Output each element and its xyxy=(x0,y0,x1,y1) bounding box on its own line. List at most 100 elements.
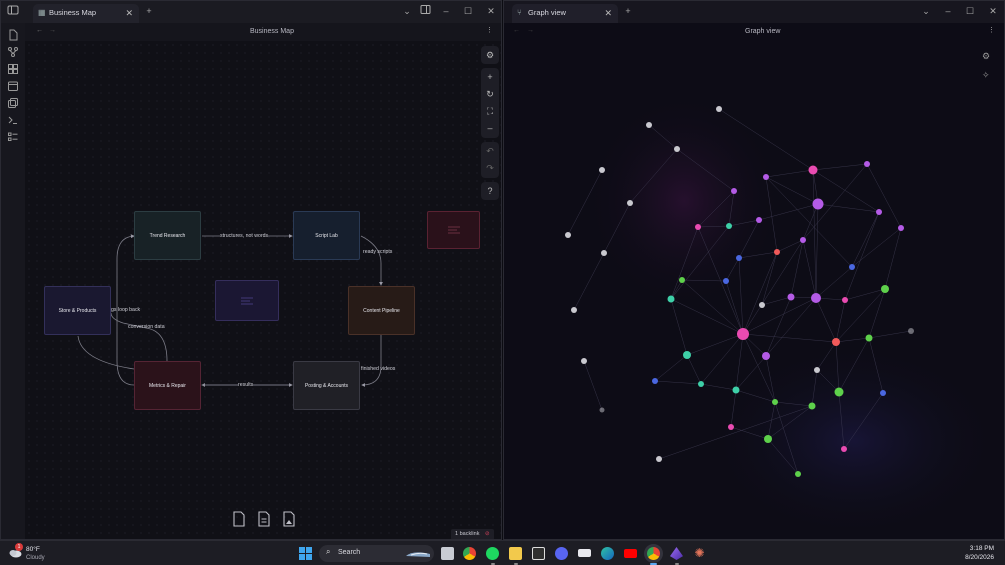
node-trend-research[interactable]: Trend Research xyxy=(134,211,201,260)
graph-node[interactable] xyxy=(674,146,680,152)
graph-node[interactable] xyxy=(880,390,886,396)
edge-icon[interactable] xyxy=(601,547,614,560)
graph-node[interactable] xyxy=(679,277,685,283)
graph-node[interactable] xyxy=(772,399,778,405)
claude-icon[interactable]: ✺ xyxy=(693,547,706,560)
graph-node[interactable] xyxy=(581,358,587,364)
graph-node[interactable] xyxy=(849,264,855,270)
graph-node[interactable] xyxy=(811,293,821,303)
graph-node[interactable] xyxy=(732,386,740,394)
graph-node[interactable] xyxy=(759,302,765,308)
graph-node[interactable] xyxy=(737,328,749,340)
capcut-icon[interactable] xyxy=(532,547,545,560)
graph-node[interactable] xyxy=(656,456,662,462)
forward-arrow-icon[interactable]: → xyxy=(527,27,534,34)
graph-node[interactable] xyxy=(832,338,840,346)
close-tab-icon[interactable]: ✕ xyxy=(604,4,612,22)
zoom-in-icon[interactable]: + xyxy=(482,69,498,85)
more-options-icon[interactable]: ⋮ xyxy=(988,26,995,34)
graph-canvas[interactable] xyxy=(504,41,1005,540)
file-explorer-icon[interactable] xyxy=(509,547,522,560)
node-store-products[interactable]: Store & Products xyxy=(44,286,111,335)
node-script-lab[interactable]: Script Lab xyxy=(293,211,360,260)
node-content-pipeline[interactable]: Content Pipeline xyxy=(348,286,415,335)
node-metrics-repair[interactable]: Metrics & Repair xyxy=(134,361,201,410)
graph-node[interactable] xyxy=(795,471,801,477)
magic-wand-icon[interactable]: ✧ xyxy=(982,70,990,81)
graph-node[interactable] xyxy=(728,424,734,430)
chevron-down-icon[interactable]: ⌄ xyxy=(919,4,933,18)
graph-node[interactable] xyxy=(601,250,607,256)
reset-zoom-icon[interactable]: ↻ xyxy=(482,86,498,102)
graph-node[interactable] xyxy=(698,381,704,387)
graph-node[interactable] xyxy=(898,225,904,231)
graph-node[interactable] xyxy=(774,249,780,255)
add-note-icon[interactable] xyxy=(256,510,272,528)
graph-node[interactable] xyxy=(646,122,652,128)
graph-node[interactable] xyxy=(841,446,847,452)
add-media-icon[interactable] xyxy=(281,510,297,528)
settings-gear-icon[interactable]: ⚙ xyxy=(482,47,498,63)
graph-node[interactable] xyxy=(571,307,577,313)
graph-node[interactable] xyxy=(800,237,806,243)
tab-graph-view[interactable]: ⑂ Graph view ✕ xyxy=(512,4,618,23)
graph-node[interactable] xyxy=(808,402,816,410)
graph-node[interactable] xyxy=(726,223,732,229)
graph-node[interactable] xyxy=(763,174,769,180)
dock-app-icon[interactable] xyxy=(578,549,591,557)
graph-node[interactable] xyxy=(695,224,701,230)
graph-node[interactable] xyxy=(627,200,633,206)
obsidian-icon[interactable] xyxy=(670,547,683,560)
graph-node[interactable] xyxy=(881,285,889,293)
graph-node[interactable] xyxy=(683,351,691,359)
backlink-counter[interactable]: 1 backlink ⊘ xyxy=(451,529,494,539)
weather-cloud-icon[interactable]: 1 xyxy=(8,543,23,558)
graph-node[interactable] xyxy=(599,167,605,173)
back-arrow-icon[interactable]: ← xyxy=(513,27,520,34)
start-windows-icon[interactable] xyxy=(299,547,312,560)
task-view-icon[interactable] xyxy=(441,547,454,560)
graph-node[interactable] xyxy=(864,161,870,167)
graph-node[interactable] xyxy=(834,387,844,397)
node-red-card[interactable] xyxy=(427,211,480,249)
graph-node[interactable] xyxy=(808,165,818,175)
close-window-icon[interactable]: ✕ xyxy=(986,4,1000,18)
graph-node[interactable] xyxy=(814,367,820,373)
maximize-icon[interactable]: ☐ xyxy=(963,4,977,18)
new-tab-icon[interactable]: + xyxy=(621,4,635,18)
chrome-icon[interactable] xyxy=(463,547,476,560)
graph-node[interactable] xyxy=(876,209,882,215)
graph-node[interactable] xyxy=(787,293,795,301)
graph-node[interactable] xyxy=(865,334,873,342)
graph-node[interactable] xyxy=(756,217,762,223)
graph-settings-icon[interactable]: ⚙ xyxy=(982,51,990,62)
chrome-profile-icon[interactable] xyxy=(647,547,660,560)
undo-icon[interactable]: ↶ xyxy=(482,143,498,159)
youtube-icon[interactable] xyxy=(624,549,637,558)
discord-icon[interactable] xyxy=(555,547,568,560)
graph-node[interactable] xyxy=(812,198,824,210)
graph-node[interactable] xyxy=(764,435,772,443)
graph-node[interactable] xyxy=(716,106,722,112)
graph-node[interactable] xyxy=(731,188,737,194)
graph-node[interactable] xyxy=(599,407,605,413)
graph-node[interactable] xyxy=(842,297,848,303)
help-icon[interactable]: ? xyxy=(482,183,498,199)
node-purple-card[interactable] xyxy=(215,280,279,321)
taskbar-search[interactable]: ⌕ Search xyxy=(319,545,434,562)
graph-node[interactable] xyxy=(908,328,914,334)
graph-node[interactable] xyxy=(762,352,770,360)
graph-node[interactable] xyxy=(565,232,571,238)
add-card-icon[interactable] xyxy=(231,510,247,528)
graph-node[interactable] xyxy=(652,378,658,384)
graph-link xyxy=(835,299,846,343)
graph-node[interactable] xyxy=(667,295,675,303)
zoom-out-icon[interactable]: – xyxy=(482,120,498,136)
fit-to-screen-icon[interactable]: ⛶ xyxy=(482,103,498,119)
redo-icon[interactable]: ↷ xyxy=(482,160,498,176)
graph-node[interactable] xyxy=(736,255,742,261)
minimize-icon[interactable]: – xyxy=(941,4,955,18)
graph-node[interactable] xyxy=(723,278,729,284)
spotify-icon[interactable] xyxy=(486,547,499,560)
node-posting-accounts[interactable]: Posting & Accounts xyxy=(293,361,360,410)
